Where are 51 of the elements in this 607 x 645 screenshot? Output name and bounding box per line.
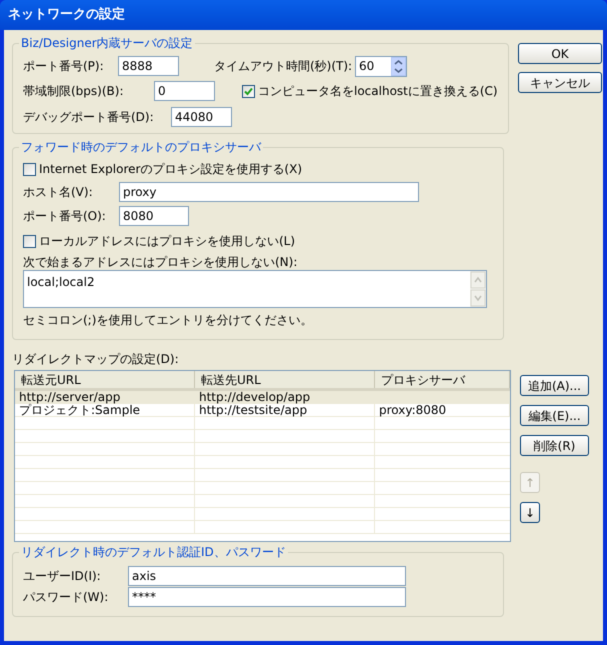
input-field[interactable]: 8888	[118, 56, 179, 76]
dialog-button[interactable]: OK	[518, 43, 602, 64]
checkbox-label: ローカルアドレスにはプロキシを使用しない(L)	[39, 233, 296, 250]
field-label: タイムアウト時間(秒)(T):	[214, 58, 354, 75]
dialog-button[interactable]: キャンセル	[518, 72, 602, 93]
table-row[interactable]: プロジェクト:Sample http://testsite/app proxy:8080	[15, 404, 510, 417]
section-label: リダイレクトマップの設定(D):	[12, 351, 179, 368]
input-field[interactable]: proxy	[119, 182, 419, 202]
column-header[interactable]: 転送元URL	[15, 371, 195, 388]
text-area[interactable]: local;local2	[23, 270, 487, 308]
field-label: 次で始まるアドレスにはプロキシを使用しない(N):	[23, 254, 298, 271]
spin-value: 60	[359, 58, 374, 75]
column-header[interactable]: プロキシサーバ	[375, 371, 510, 388]
checkbox[interactable]	[23, 234, 36, 248]
field-label: パスワード(W):	[23, 588, 110, 606]
field-label: ポート番号(O):	[23, 208, 107, 225]
checkbox[interactable]	[242, 84, 255, 98]
checkbox[interactable]	[23, 162, 36, 176]
table-row[interactable]: http://server/app http://develop/app	[15, 391, 510, 404]
checkmark-icon	[244, 86, 253, 96]
field-label: ユーザーID(I):	[23, 568, 102, 584]
table-cell: http://develop/app	[199, 390, 310, 404]
scrollbar-icon	[470, 271, 486, 307]
table-cell: http://server/app	[19, 390, 120, 404]
checkbox-label: Internet Explorerのプロキシ設定を使用する(X)	[39, 161, 302, 178]
group-title: Biz/Designer内蔵サーバの設定	[20, 35, 194, 52]
dialog-button[interactable]: 追加(A)...	[520, 375, 589, 396]
dialog-button[interactable]: 編集(E)...	[520, 405, 589, 426]
spin-box[interactable]: 60	[355, 56, 407, 76]
spin-arrows-icon	[391, 56, 406, 76]
table-cell: proxy:8080	[379, 403, 446, 417]
dialog-button[interactable]: ↓	[520, 502, 540, 523]
table-cell: プロジェクト:Sample	[19, 403, 140, 417]
input-field[interactable]: 8080	[119, 206, 189, 226]
column-header[interactable]: 転送先URL	[195, 371, 375, 388]
checkbox-label: コンピュータ名をlocalhostに置き換える(C)	[258, 83, 498, 100]
dialog-button[interactable]: 削除(R)	[520, 435, 589, 456]
window-title: ネットワークの設定	[8, 6, 125, 24]
input-field[interactable]: 44080	[171, 107, 232, 127]
table-cell: http://testsite/app	[199, 403, 308, 417]
input-field[interactable]: axis	[128, 566, 406, 586]
input-field[interactable]: ****	[128, 586, 406, 606]
text-area-value: local;local2	[26, 274, 96, 288]
field-label: 帯域制限(bps)(B):	[23, 83, 124, 100]
input-field[interactable]: 0	[154, 81, 215, 101]
group-title: リダイレクト時のデフォルト認証ID、パスワード	[20, 544, 287, 561]
field-label: デバッグポート番号(D):	[23, 109, 155, 126]
group-title: フォワード時のデフォルトのプロキシサーバ	[20, 139, 262, 156]
field-label: ポート番号(P):	[23, 58, 105, 75]
field-label: ホスト名(V):	[23, 184, 94, 201]
hint-text: セミコロン(;)を使用してエントリを分けてください。	[23, 312, 312, 329]
